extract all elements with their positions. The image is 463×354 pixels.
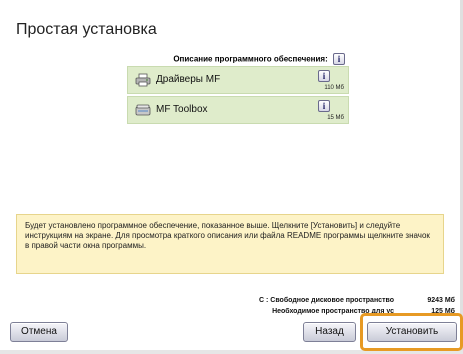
info-icon[interactable]: i [318, 70, 330, 82]
free-space-value: 9243 Мб [427, 297, 455, 304]
software-item-label: MF Toolbox [156, 104, 208, 115]
install-button-highlight [360, 313, 463, 351]
scanner-icon [135, 104, 151, 116]
software-item-mf-toolbox: MF Toolbox i 15 Мб [127, 96, 349, 124]
cancel-button[interactable]: Отмена [10, 322, 68, 342]
free-space-row: C : Свободное дисковое пространство 9243… [200, 297, 456, 308]
instructions-text: Будет установлено программное обеспечени… [25, 221, 430, 250]
info-icon[interactable]: i [333, 53, 345, 65]
software-item-size: 110 Мб [324, 85, 344, 91]
software-item-size: 15 Мб [327, 115, 344, 121]
software-description-header: Описание программного обеспечения: i [135, 53, 345, 65]
software-description-label: Описание программного обеспечения: [173, 54, 328, 64]
software-list: Драйверы MF i 110 Мб MF Toolbox i 15 Мб [127, 66, 349, 126]
info-icon[interactable]: i [318, 100, 330, 112]
back-button[interactable]: Назад [303, 322, 356, 342]
instructions-note: Будет установлено программное обеспечени… [16, 214, 444, 274]
printer-icon [135, 73, 151, 87]
software-item-mf-drivers: Драйверы MF i 110 Мб [127, 66, 349, 94]
installer-window: Простая установка Описание программного … [0, 0, 463, 354]
free-space-label: C : Свободное дисковое пространство [259, 297, 394, 304]
software-item-label: Драйверы MF [156, 74, 221, 85]
page-title: Простая установка [16, 21, 157, 38]
